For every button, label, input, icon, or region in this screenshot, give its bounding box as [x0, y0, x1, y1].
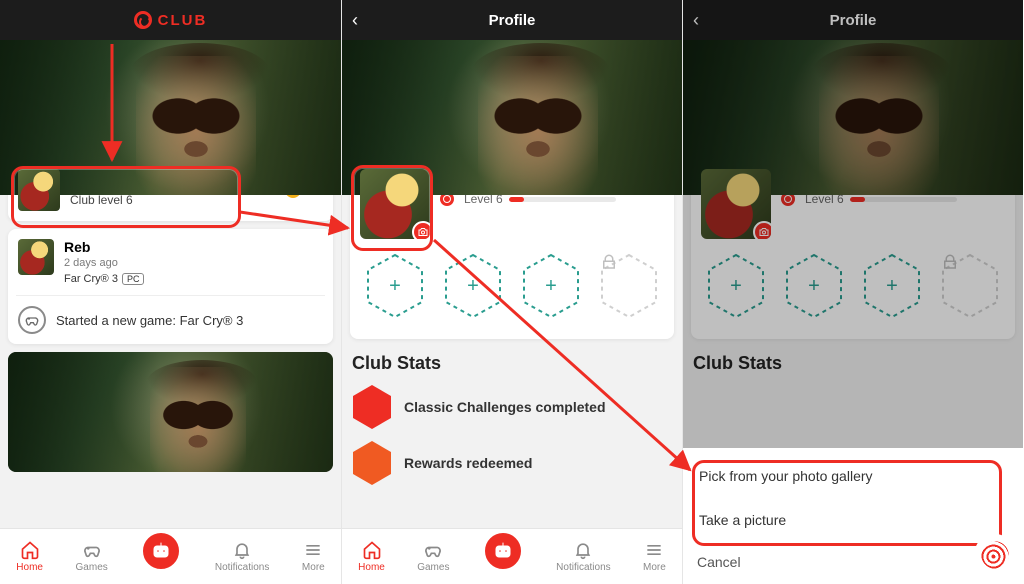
- badge-slot-add[interactable]: +: [444, 253, 502, 319]
- stat-row: 0 Rewards redeemed: [352, 440, 672, 486]
- profile-title: Profile: [489, 12, 536, 29]
- avatar-editable[interactable]: [360, 169, 430, 239]
- tab-more[interactable]: More: [643, 540, 666, 573]
- screen-home: CLUB Reb Club level 6 U 10: [0, 0, 341, 584]
- tab-games[interactable]: Games: [417, 540, 449, 573]
- menu-icon: [644, 540, 664, 560]
- feed-time: 2 days ago: [64, 257, 144, 269]
- home-topbar: CLUB: [0, 0, 341, 40]
- watermark-icon: [974, 534, 1016, 576]
- games-icon: [82, 540, 102, 560]
- tab-sam[interactable]: [140, 530, 182, 572]
- feed-author: Reb: [64, 239, 144, 255]
- club-stats-title: Club Stats: [352, 353, 672, 374]
- tabbar: Home Games Notifications More: [342, 528, 682, 584]
- club-logo: CLUB: [134, 11, 208, 29]
- activity-card[interactable]: Reb 2 days ago Far Cry® 3 PC Started a n…: [8, 229, 333, 344]
- sheet-option-camera[interactable]: Take a picture: [697, 498, 1009, 542]
- sheet-option-gallery[interactable]: Pick from your photo gallery: [697, 454, 1009, 498]
- activity-text: Started a new game: Far Cry® 3: [56, 313, 243, 328]
- sam-icon: [149, 539, 173, 563]
- back-button[interactable]: ‹: [352, 10, 358, 31]
- tab-more[interactable]: More: [302, 540, 325, 573]
- feed-game: Far Cry® 3: [64, 273, 118, 285]
- camera-badge-icon[interactable]: [412, 221, 430, 239]
- club-stats-section: Club Stats 2 Classic Challenges complete…: [350, 353, 674, 486]
- tabbar: Home Games Notifications More: [0, 528, 341, 584]
- bell-icon: [573, 540, 593, 560]
- badge-slot-locked: [600, 253, 658, 319]
- tab-notifications[interactable]: Notifications: [556, 540, 610, 573]
- home-icon: [362, 540, 382, 560]
- stat-label: Classic Challenges completed: [404, 399, 606, 415]
- brand-text: CLUB: [158, 12, 208, 29]
- avatar[interactable]: [18, 169, 60, 211]
- screen-profile: ‹ Profile Reb Level 6: [341, 0, 682, 584]
- tab-notifications[interactable]: Notifications: [215, 540, 269, 573]
- photo-action-sheet: Pick from your photo gallery Take a pict…: [683, 448, 1023, 584]
- stat-row: 2 Classic Challenges completed: [352, 384, 672, 430]
- tab-sam[interactable]: [482, 530, 524, 572]
- menu-icon: [303, 540, 323, 560]
- tab-home[interactable]: Home: [358, 540, 385, 573]
- feed-avatar: [18, 239, 54, 275]
- tab-games[interactable]: Games: [76, 540, 108, 573]
- sam-icon: [491, 539, 515, 563]
- activity-media-preview[interactable]: [8, 352, 333, 472]
- bell-icon: [232, 540, 252, 560]
- stat-hex-icon: 2: [352, 384, 392, 430]
- lock-icon: [600, 253, 618, 271]
- ubisoft-swirl-icon: [134, 11, 152, 29]
- badge-slot-add[interactable]: +: [366, 253, 424, 319]
- controller-icon: [18, 306, 46, 334]
- home-icon: [20, 540, 40, 560]
- profile-topbar: ‹ Profile: [342, 0, 682, 40]
- games-icon: [423, 540, 443, 560]
- sheet-cancel[interactable]: Cancel: [697, 542, 1009, 570]
- badge-slot-add[interactable]: +: [522, 253, 580, 319]
- stat-hex-icon: 0: [352, 440, 392, 486]
- tab-home[interactable]: Home: [16, 540, 43, 573]
- screen-profile-sheet: ‹ Profile Reb Level 6: [682, 0, 1023, 584]
- stat-label: Rewards redeemed: [404, 455, 532, 471]
- platform-badge: PC: [122, 273, 145, 285]
- badge-slots: + + +: [360, 239, 664, 329]
- xp-bar: [509, 197, 617, 202]
